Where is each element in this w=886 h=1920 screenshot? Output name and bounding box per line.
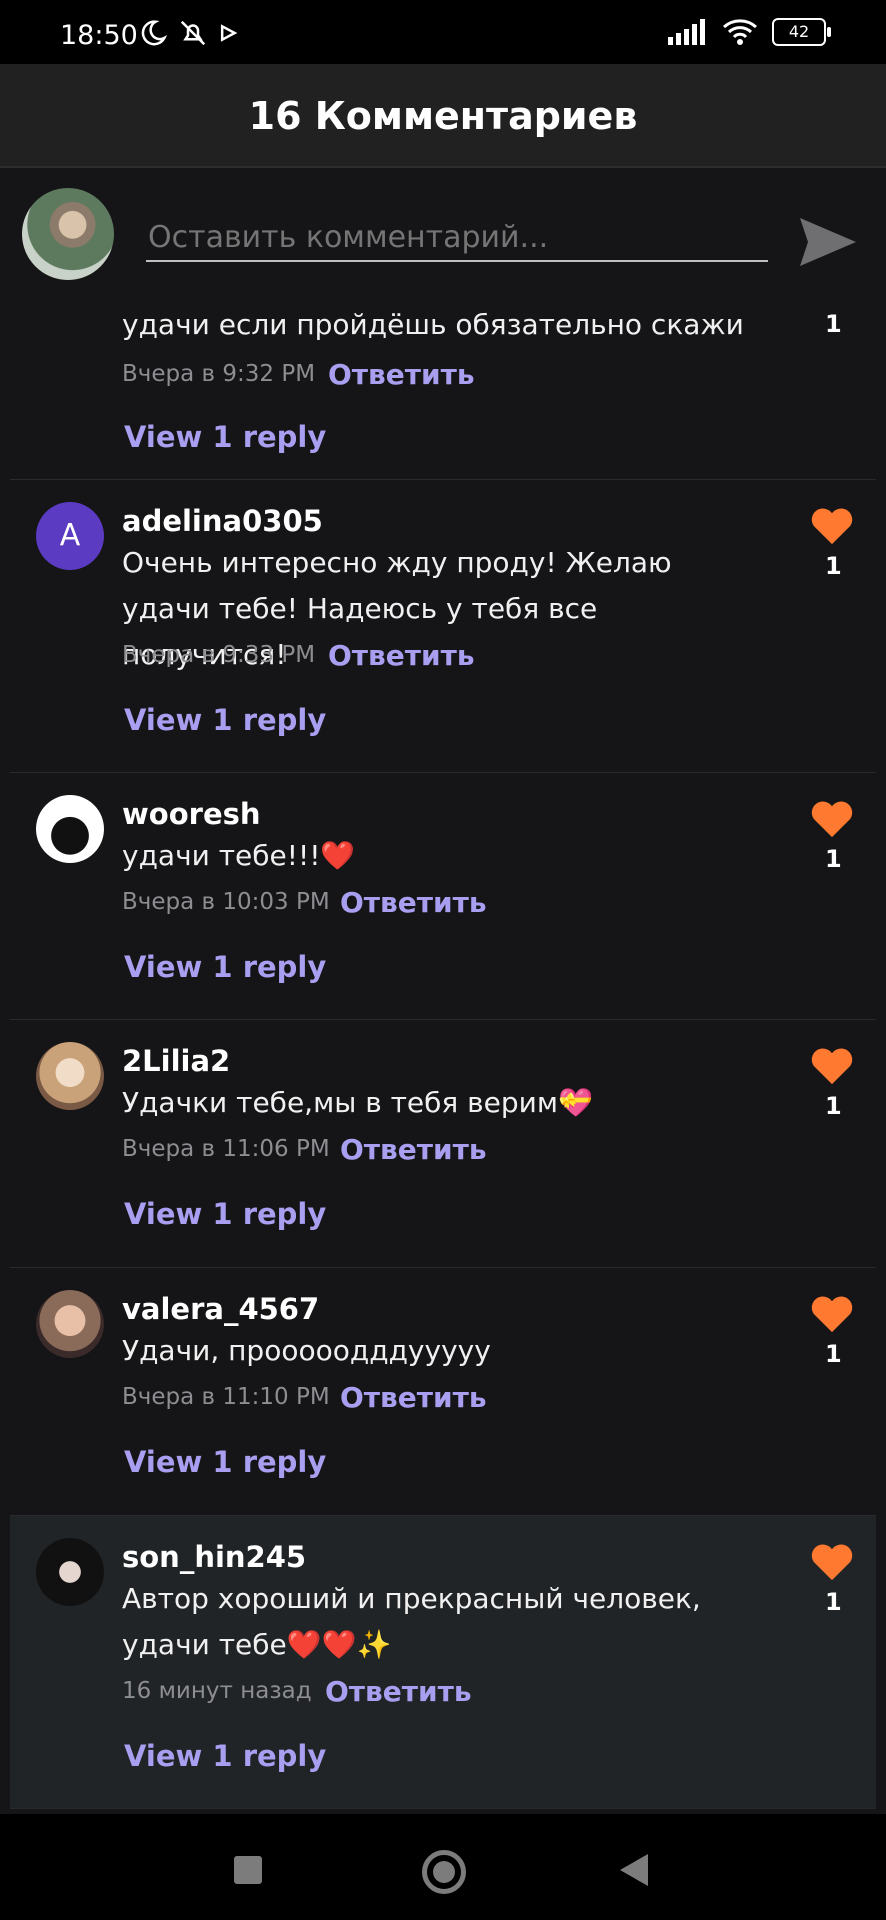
avatar[interactable]: A (36, 502, 104, 570)
comment-item: son_hin245 Автор хороший и прекрасный че… (10, 1516, 876, 1809)
like-count: 1 (825, 310, 842, 338)
comment-time: Вчера в 9:32 PM (122, 361, 316, 387)
heart-icon[interactable] (810, 1542, 854, 1582)
heart-icon[interactable] (810, 1294, 854, 1334)
comment-item: valera_4567 Удачи, прооооодддууууу Вчера… (10, 1268, 876, 1516)
comments-header: 16 Комментариев (0, 64, 886, 168)
muted-bell-icon (180, 20, 206, 46)
comment-text: удачи если пройдёшь обязательно скажи (122, 308, 744, 341)
avatar-letter: A (59, 518, 81, 553)
battery-indicator: 42 (772, 18, 831, 46)
comment-text: удачи тебе!!!❤️ (122, 839, 356, 872)
system-nav-bar (0, 1814, 886, 1920)
home-button[interactable] (422, 1850, 466, 1894)
comment-time: Вчера в 11:10 PM (122, 1384, 330, 1410)
avatar[interactable] (36, 795, 104, 863)
comment-item: 2Lilia2 Удачки тебе,мы в тебя верим💝 Вче… (10, 1020, 876, 1268)
comment-username[interactable]: 2Lilia2 (122, 1044, 230, 1078)
signal-icon (668, 19, 705, 45)
wifi-icon (723, 19, 757, 45)
comment-username[interactable]: valera_4567 (122, 1292, 319, 1326)
comment-text: Удачки тебе,мы в тебя верим💝 (122, 1086, 593, 1119)
view-replies-link[interactable]: View 1 reply (124, 703, 326, 737)
reply-button[interactable]: Ответить (340, 886, 487, 919)
heart-icon[interactable] (810, 1046, 854, 1086)
comment-username[interactable]: son_hin245 (122, 1540, 306, 1574)
heart-icon[interactable] (810, 799, 854, 839)
page-title: 16 Комментариев (248, 94, 638, 138)
comment-composer (0, 168, 886, 294)
comment-item: A adelina0305 Очень интересно жду проду!… (10, 480, 876, 773)
view-replies-link[interactable]: View 1 reply (124, 1445, 326, 1479)
view-replies-link[interactable]: View 1 reply (124, 1197, 326, 1231)
like-count: 1 (825, 1092, 842, 1120)
view-replies-link[interactable]: View 1 reply (124, 420, 326, 454)
view-replies-link[interactable]: View 1 reply (124, 950, 326, 984)
avatar (22, 188, 114, 280)
reply-button[interactable]: Ответить (328, 639, 475, 672)
comment-text: Удачи, прооооодддууууу (122, 1334, 491, 1367)
reply-button[interactable]: Ответить (328, 358, 475, 391)
like-count: 1 (825, 1588, 842, 1616)
comments-list: удачи если пройдёшь обязательно скажи Вч… (0, 294, 886, 1809)
like-count: 1 (825, 845, 842, 873)
play-icon (220, 24, 238, 42)
status-bar: 18:50 42 (0, 0, 886, 64)
status-time: 18:50 (60, 20, 138, 51)
reply-button[interactable]: Ответить (340, 1133, 487, 1166)
send-icon[interactable] (796, 210, 860, 274)
avatar[interactable] (36, 1290, 104, 1358)
recents-button[interactable] (234, 1856, 262, 1884)
comment-item: удачи если пройдёшь обязательно скажи Вч… (10, 294, 876, 480)
comment-time: 16 минут назад (122, 1678, 312, 1704)
view-replies-link[interactable]: View 1 reply (124, 1739, 326, 1773)
moon-icon (141, 20, 168, 46)
comment-item: wooresh удачи тебе!!!❤️ Вчера в 10:03 PM… (10, 773, 876, 1020)
avatar[interactable] (36, 1538, 104, 1606)
comment-username[interactable]: wooresh (122, 797, 261, 831)
reply-button[interactable]: Ответить (325, 1675, 472, 1708)
comment-time: Вчера в 11:06 PM (122, 1136, 330, 1162)
comment-text: Автор хороший и прекрасный человек, удач… (122, 1582, 701, 1661)
back-button[interactable] (620, 1854, 648, 1886)
comment-time: Вчера в 9:33 PM (122, 642, 316, 668)
comment-input[interactable] (146, 214, 768, 262)
comment-username[interactable]: adelina0305 (122, 504, 323, 538)
like-count: 1 (825, 552, 842, 580)
like-count: 1 (825, 1340, 842, 1368)
comment-time: Вчера в 10:03 PM (122, 889, 330, 915)
avatar[interactable] (36, 1042, 104, 1110)
reply-button[interactable]: Ответить (340, 1381, 487, 1414)
heart-icon[interactable] (810, 506, 854, 546)
